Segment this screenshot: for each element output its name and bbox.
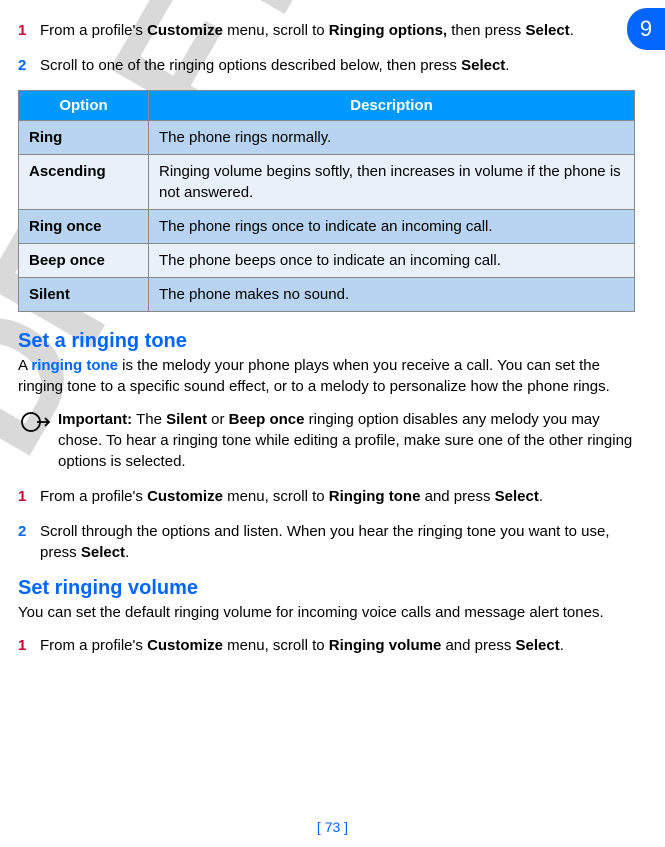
table-cell-description: The phone beeps once to indicate an inco…: [149, 244, 635, 278]
step-1b: 1 From a profile's Customize menu, scrol…: [18, 486, 635, 507]
text-bold: Select: [461, 57, 505, 74]
text-bold: Ringing tone: [329, 488, 421, 505]
step-1c: 1 From a profile's Customize menu, scrol…: [18, 635, 635, 656]
text-fragment: .: [539, 488, 543, 505]
text-fragment: and press: [441, 637, 515, 654]
text-bold: Customize: [147, 22, 223, 39]
important-note: Important: The Silent or Beep once ringi…: [18, 409, 635, 472]
step-text: From a profile's Customize menu, scroll …: [40, 20, 635, 41]
table-row: Ascending Ringing volume begins softly, …: [19, 155, 635, 210]
text-bold: Select: [81, 544, 125, 561]
table-cell-option: Ring once: [19, 210, 149, 244]
text-fragment: Scroll to one of the ringing options des…: [40, 57, 461, 74]
page-content: 1 From a profile's Customize menu, scrol…: [18, 20, 635, 656]
step-number: 1: [18, 635, 32, 656]
step-text: Scroll to one of the ringing options des…: [40, 55, 635, 76]
paragraph-ringing-volume: You can set the default ringing volume f…: [18, 602, 635, 623]
table-cell-description: The phone rings once to indicate an inco…: [149, 210, 635, 244]
table-cell-option: Ring: [19, 121, 149, 155]
table-cell-option: Beep once: [19, 244, 149, 278]
table-header-row: Option Description: [19, 91, 635, 121]
text-bold: Select: [525, 22, 569, 39]
table-row: Ring once The phone rings once to indica…: [19, 210, 635, 244]
important-label: Important:: [58, 411, 132, 428]
text-fragment: menu, scroll to: [223, 637, 329, 654]
text-fragment: From a profile's: [40, 488, 147, 505]
table-row: Beep once The phone beeps once to indica…: [19, 244, 635, 278]
paragraph-ringing-tone: A ringing tone is the melody your phone …: [18, 355, 635, 397]
text-fragment: then press: [447, 22, 525, 39]
text-fragment: and press: [420, 488, 494, 505]
step-1a: 1 From a profile's Customize menu, scrol…: [18, 20, 635, 41]
table-cell-option: Ascending: [19, 155, 149, 210]
text-fragment: menu, scroll to: [223, 22, 329, 39]
table-row: Silent The phone makes no sound.: [19, 278, 635, 312]
text-fragment: .: [505, 57, 509, 74]
table-header-option: Option: [19, 91, 149, 121]
heading-set-ringing-tone: Set a ringing tone: [18, 330, 635, 353]
text-bold: Ringing options,: [329, 22, 447, 39]
text-fragment: From a profile's: [40, 22, 147, 39]
text-fragment: or: [207, 411, 229, 428]
table-cell-description: The phone rings normally.: [149, 121, 635, 155]
text-bold: Silent: [166, 411, 207, 428]
text-fragment: .: [560, 637, 564, 654]
step-number: 1: [18, 486, 32, 507]
text-bold: Select: [495, 488, 539, 505]
important-text: Important: The Silent or Beep once ringi…: [54, 409, 635, 472]
term-ringing-tone: ringing tone: [31, 357, 118, 374]
table-cell-option: Silent: [19, 278, 149, 312]
text-fragment: The: [132, 411, 166, 428]
important-icon: [18, 409, 54, 472]
page-number: [ 73 ]: [317, 819, 348, 835]
heading-set-ringing-volume: Set ringing volume: [18, 577, 635, 600]
table-cell-description: The phone makes no sound.: [149, 278, 635, 312]
text-fragment: .: [570, 22, 574, 39]
step-2b: 2 Scroll through the options and listen.…: [18, 521, 635, 563]
text-fragment: .: [125, 544, 129, 561]
text-bold: Select: [516, 637, 560, 654]
text-fragment: A: [18, 357, 31, 374]
text-bold: Ringing volume: [329, 637, 442, 654]
step-text: Scroll through the options and listen. W…: [40, 521, 635, 563]
step-text: From a profile's Customize menu, scroll …: [40, 486, 635, 507]
table-header-description: Description: [149, 91, 635, 121]
text-fragment: From a profile's: [40, 637, 147, 654]
step-number: 1: [18, 20, 32, 41]
text-bold: Customize: [147, 637, 223, 654]
step-text: From a profile's Customize menu, scroll …: [40, 635, 635, 656]
ringing-options-table: Option Description Ring The phone rings …: [18, 90, 635, 312]
step-number: 2: [18, 55, 32, 76]
text-bold: Customize: [147, 488, 223, 505]
text-bold: Beep once: [229, 411, 305, 428]
step-2a: 2 Scroll to one of the ringing options d…: [18, 55, 635, 76]
table-row: Ring The phone rings normally.: [19, 121, 635, 155]
step-number: 2: [18, 521, 32, 563]
text-fragment: menu, scroll to: [223, 488, 329, 505]
table-cell-description: Ringing volume begins softly, then incre…: [149, 155, 635, 210]
